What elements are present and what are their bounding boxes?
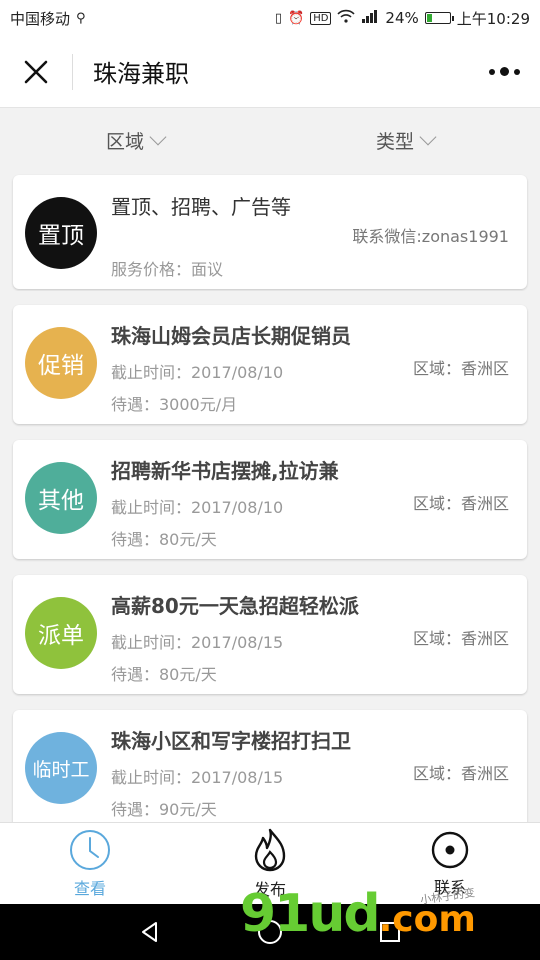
job-deadline: 截止时间：2017/08/15 — [111, 633, 284, 652]
job-pay: 待遇：3000元/月 — [111, 395, 238, 414]
job-card[interactable]: 派单 高薪80元一天急招超轻松派 截止时间：2017/08/15 区域：香洲区 … — [13, 575, 527, 694]
nav-divider — [72, 53, 73, 90]
job-area: 区域：香洲区 — [412, 629, 509, 648]
job-badge: 促销 — [25, 327, 97, 399]
pinned-badge: 置顶 — [25, 197, 97, 269]
pinned-card[interactable]: 置顶 置顶、招聘、广告等 联系微信:zonas1991 服务价格：面议 — [13, 175, 527, 289]
job-badge: 其他 — [25, 462, 97, 534]
filter-bar: 区域 类型 — [0, 108, 540, 172]
back-triangle-icon — [142, 922, 157, 942]
job-title: 高薪80元一天急招超轻松派 — [111, 594, 359, 618]
page-title: 珠海兼职 — [93, 60, 189, 88]
pinned-price: 服务价格：面议 — [111, 260, 224, 279]
job-title: 珠海山姆会员店长期促销员 — [111, 324, 351, 348]
job-card[interactable]: 临时工 珠海小区和写字楼招打扫卫 截止时间：2017/08/15 区域：香洲区 … — [13, 710, 527, 829]
carrier-label: 中国移动 — [10, 9, 71, 28]
job-deadline: 截止时间：2017/08/15 — [111, 768, 284, 787]
wifi-icon — [337, 9, 356, 27]
type-filter-label: 类型 — [375, 130, 414, 153]
flame-icon — [254, 828, 286, 871]
job-pay: 待遇：80元/天 — [111, 530, 217, 549]
hd-icon: HD — [310, 11, 332, 25]
tab-view[interactable]: 查看 — [0, 823, 180, 904]
job-card[interactable]: 其他 招聘新华书店摆摊,拉访兼 截止时间：2017/08/10 区域：香洲区 待… — [13, 440, 527, 559]
job-area: 区域：香洲区 — [412, 359, 509, 378]
battery-icon — [424, 12, 454, 24]
area-filter-label: 区域 — [105, 130, 144, 153]
close-icon — [24, 60, 48, 83]
pinned-contact: 联系微信:zonas1991 — [352, 227, 509, 246]
clock-icon — [70, 829, 110, 870]
section-divider — [0, 291, 540, 303]
job-deadline: 截止时间：2017/08/10 — [111, 363, 284, 382]
job-pay: 待遇：90元/天 — [111, 800, 217, 819]
job-badge: 派单 — [25, 597, 97, 669]
status-bar: 中国移动 ⚲ ▯ ⏰ HD 24% 上午10:29 — [0, 0, 540, 36]
job-card[interactable]: 促销 珠海山姆会员店长期促销员 截止时间：2017/08/10 区域：香洲区 待… — [13, 305, 527, 424]
job-title: 招聘新华书店摆摊,拉访兼 — [111, 459, 339, 483]
more-options-button[interactable] — [468, 36, 540, 108]
battery-percent: 24% — [385, 9, 419, 27]
area-filter[interactable]: 区域 — [0, 108, 270, 172]
clock-time: 上午10:29 — [456, 9, 530, 28]
pinned-title: 置顶、招聘、广告等 — [111, 195, 291, 219]
job-pay: 待遇：80元/天 — [111, 665, 217, 684]
type-filter[interactable]: 类型 — [270, 108, 540, 172]
more-icon — [488, 68, 495, 75]
job-area: 区域：香洲区 — [412, 764, 509, 783]
watermark-text: 91ud — [240, 884, 381, 944]
tab-label: 查看 — [73, 878, 106, 898]
nav-bar: 珠海兼职 — [0, 36, 540, 108]
chevron-down-icon — [419, 128, 437, 146]
chevron-down-icon — [149, 128, 167, 146]
job-badge: 临时工 — [25, 732, 97, 804]
job-title: 珠海小区和写字楼招打扫卫 — [111, 729, 351, 753]
target-icon — [431, 831, 469, 868]
usb-icon: ⚲ — [76, 10, 86, 26]
alarm-icon: ⏰ — [288, 10, 305, 26]
job-deadline: 截止时间：2017/08/10 — [111, 498, 284, 517]
job-area: 区域：香洲区 — [412, 494, 509, 513]
signal-icon — [361, 9, 379, 27]
vibrate-icon: ▯ — [274, 10, 282, 26]
back-button[interactable] — [120, 904, 180, 960]
close-button[interactable] — [0, 36, 72, 108]
